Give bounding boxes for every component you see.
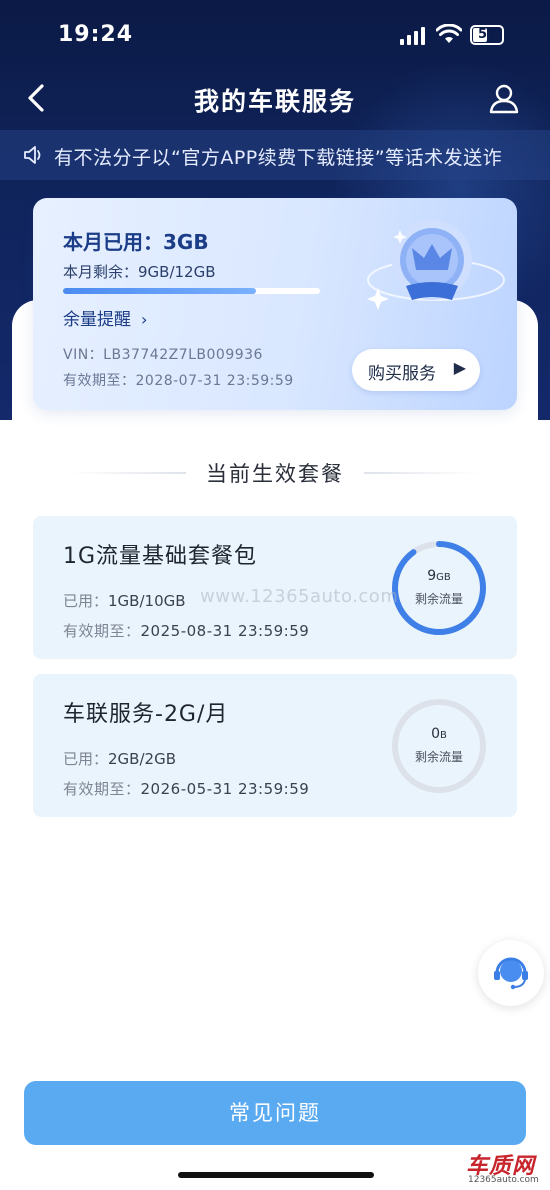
package-valid: 有效期至：2026-05-31 23:59:59 <box>63 778 309 799</box>
package-used-label: 已用： <box>63 750 109 768</box>
buy-service-button[interactable]: 购买服务 ▶ <box>352 349 480 391</box>
usage-card: 本月已用：3GB 本月剩余：9GB/12GB 余量提醒 › VIN：LB37742… <box>33 198 517 410</box>
package-name: 1G流量基础套餐包 <box>63 544 258 569</box>
battery-level: 51 <box>477 27 497 42</box>
remaining-number: 9 <box>427 568 437 584</box>
headset-icon <box>494 957 528 990</box>
battery-icon: 51 <box>470 25 504 45</box>
home-indicator <box>178 1172 374 1178</box>
balance-reminder-label: 余量提醒 <box>63 310 131 330</box>
monthly-remaining: 本月剩余：9GB/12GB <box>63 263 216 281</box>
package-card[interactable]: 车联服务-2G/月 已用：2GB/2GB 有效期至：2026-05-31 23:… <box>33 674 517 817</box>
remaining-value: 9GB <box>389 568 489 584</box>
package-used: 已用：1GB/10GB <box>63 590 186 611</box>
package-used-value: 1GB/10GB <box>108 592 186 610</box>
nav-bar: 我的车联服务 <box>0 70 550 125</box>
crown-badge-icon <box>367 220 505 310</box>
vin-text: VIN：LB37742Z7LB009936 <box>63 347 263 363</box>
remaining-label: 剩余流量 <box>414 750 463 764</box>
remaining-value: 0B <box>389 726 489 742</box>
notice-text: 有不法分子以“官方APP续费下载链接”等话术发送诈 <box>54 147 503 169</box>
speaker-icon <box>24 146 41 164</box>
faq-button[interactable]: 常见问题 <box>24 1081 526 1145</box>
remaining-ring <box>392 699 486 793</box>
chevron-right-icon: › <box>141 310 148 329</box>
wifi-icon <box>436 24 462 43</box>
balance-reminder-link[interactable]: 余量提醒 › <box>63 305 147 330</box>
notice-bar[interactable]: 有不法分子以“官方APP续费下载链接”等话术发送诈 <box>0 130 550 180</box>
status-time: 19:24 <box>58 22 134 47</box>
site-logo: 车质网 12365auto.com <box>462 1146 548 1190</box>
remaining-number: 0 <box>431 726 441 742</box>
signal-icon <box>400 27 426 45</box>
usage-progress-track <box>63 288 320 294</box>
package-valid-value: 2025-08-31 23:59:59 <box>140 622 310 640</box>
user-button[interactable] <box>484 78 524 118</box>
package-name: 车联服务-2G/月 <box>63 702 229 727</box>
buy-service-label: 购买服务 <box>368 364 436 384</box>
watermark-text: www.12365auto.com <box>200 586 399 607</box>
user-icon <box>489 84 519 114</box>
remaining-ring <box>392 541 486 635</box>
package-used-value: 2GB/2GB <box>108 750 176 768</box>
remaining-label: 剩余流量 <box>414 592 463 606</box>
package-used-label: 已用： <box>63 592 109 610</box>
usage-progress-fill <box>63 288 256 294</box>
section-divider-right <box>364 472 482 474</box>
package-valid-label: 有效期至： <box>63 622 141 640</box>
site-logo-url: 12365auto.com <box>468 1175 539 1185</box>
remaining-ring-arc <box>392 541 486 635</box>
service-valid-until: 有效期至：2028-07-31 23:59:59 <box>63 373 294 389</box>
triangle-right-icon: ▶ <box>453 358 466 377</box>
package-used: 已用：2GB/2GB <box>63 748 176 769</box>
monthly-used: 本月已用：3GB <box>63 230 209 254</box>
customer-service-button[interactable] <box>478 940 544 1006</box>
remaining-unit: GB <box>436 572 451 583</box>
package-valid: 有效期至：2025-08-31 23:59:59 <box>63 620 309 641</box>
status-bar: 19:24 51 <box>0 0 550 70</box>
package-valid-value: 2026-05-31 23:59:59 <box>140 780 310 798</box>
page-title: 我的车联服务 <box>193 87 356 116</box>
package-valid-label: 有效期至： <box>63 780 141 798</box>
remaining-unit: B <box>440 730 447 741</box>
